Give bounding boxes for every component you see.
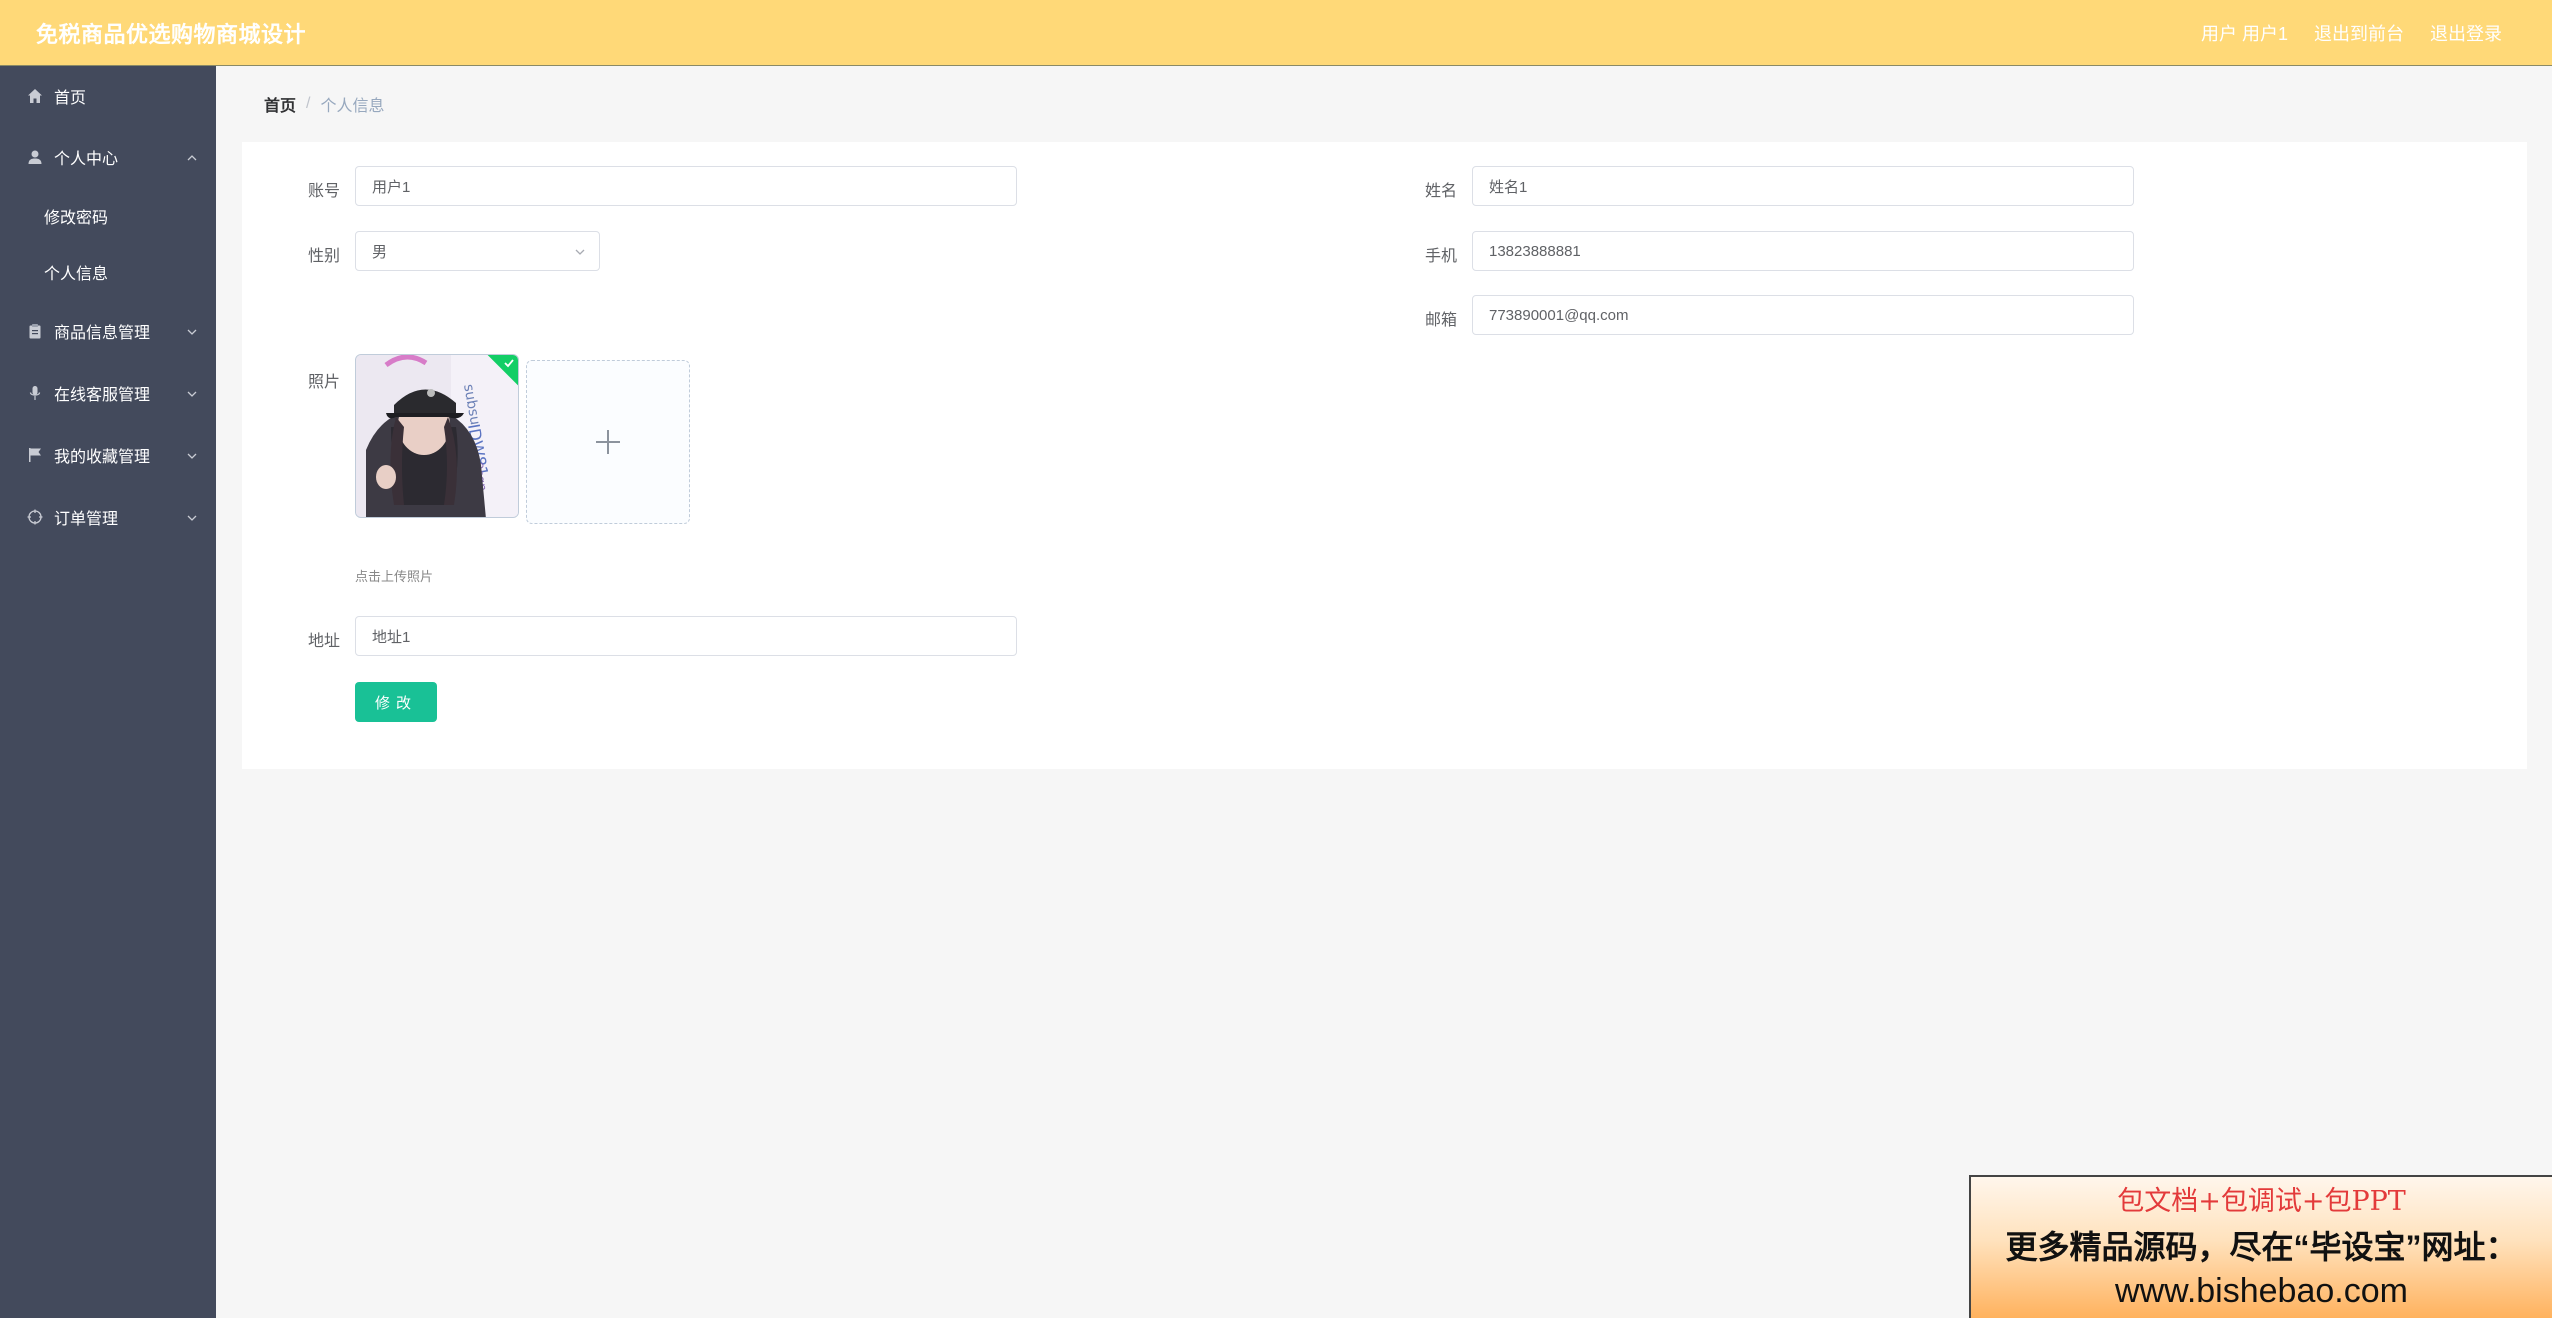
update-button[interactable]: 修改 [355,682,437,722]
photo-upload-button[interactable] [526,360,690,524]
profile-form-card: 账号 用户1 姓名 姓名1 性别 男 手机 13823888881 邮箱 773… [242,142,2527,769]
promo-banner: 包文档+包调试+包PPT 更多精品源码，尽在“毕设宝”网址： www.bishe… [1969,1175,2552,1318]
phone-label: 手机 [1424,248,1457,265]
promo-url: www.bishebao.com [2115,1272,2408,1310]
sidebar-item-label: 商品信息管理 [54,325,151,342]
sidebar-subitem-label: 修改密码 [44,210,109,227]
email-value: 773890001@qq.com [1489,306,1629,324]
chevron-down-icon [186,387,198,399]
breadcrumb-separator: / [306,95,311,112]
breadcrumb-current: 个人信息 [320,98,385,115]
clipboard-icon [26,322,44,340]
sidebar-subitem-personal-info[interactable]: 个人信息 [0,244,216,300]
header-actions: 用户 用户1 退出到前台 退出登录 [2201,20,2502,46]
chevron-down-icon [573,245,587,259]
email-label: 邮箱 [1424,312,1457,329]
address-label: 地址 [307,633,340,650]
email-field[interactable]: 773890001@qq.com [1472,295,2134,335]
sidebar-item-label: 个人中心 [54,151,119,168]
upload-hint: 点击上传照片 [355,569,434,584]
sidebar-item-label: 首页 [54,90,87,107]
sidebar-item-personal-center[interactable]: 个人中心 [0,126,216,188]
chevron-down-icon [186,511,198,523]
user-icon [26,148,44,166]
sidebar-subitem-label: 个人信息 [44,266,109,283]
chevron-down-icon [186,325,198,337]
name-value: 姓名1 [1489,178,1528,196]
sidebar-item-home[interactable]: 首页 [0,66,216,126]
photo-label: 照片 [307,374,340,391]
sidebar-subitem-change-password[interactable]: 修改密码 [0,188,216,244]
promo-line-1: 包文档+包调试+包PPT [2117,1186,2406,1217]
sidebar-item-label: 我的收藏管理 [54,449,151,466]
chevron-up-icon [186,151,198,163]
gender-value: 男 [372,243,388,261]
home-icon [26,87,44,105]
sidebar-item-favorites[interactable]: 我的收藏管理 [0,424,216,486]
sidebar-item-label: 在线客服管理 [54,387,151,404]
microphone-icon [26,384,44,402]
name-label: 姓名 [1424,183,1457,200]
top-header: 免税商品优选购物商城设计 用户 用户1 退出到前台 退出登录 [0,0,2552,66]
chevron-down-icon [186,449,198,461]
gender-label: 性别 [307,248,340,265]
photo-image: subsu IDW81 0sqn [356,355,518,517]
account-label: 账号 [307,183,340,200]
promo-line-2: 更多精品源码，尽在“毕设宝”网址： [2005,1229,2518,1265]
breadcrumb-home[interactable]: 首页 [264,92,296,116]
target-icon [26,508,44,526]
phone-value: 13823888881 [1489,242,1581,260]
gender-select[interactable]: 男 [355,231,600,271]
sidebar-item-customer-service[interactable]: 在线客服管理 [0,362,216,424]
sidebar: 首页 个人中心 修改密码 个人信息 商品信息管理 在线客服管理 我的收藏管理 订… [0,66,216,1318]
account-value: 用户1 [372,178,411,196]
address-field[interactable]: 地址1 [355,616,1017,656]
account-field[interactable]: 用户1 [355,166,1017,206]
sidebar-item-label: 订单管理 [54,511,119,528]
sidebar-item-orders[interactable]: 订单管理 [0,486,216,548]
logout-link[interactable]: 退出登录 [2430,20,2502,46]
flag-icon [26,446,44,464]
plus-icon [596,430,620,454]
phone-field[interactable]: 13823888881 [1472,231,2134,271]
to-frontend-link[interactable]: 退出到前台 [2314,20,2404,46]
address-value: 地址1 [372,628,411,646]
app-title: 免税商品优选购物商城设计 [36,21,307,47]
check-icon [504,359,514,368]
sidebar-item-product-management[interactable]: 商品信息管理 [0,300,216,362]
breadcrumb: 首页 / 个人信息 [264,92,384,116]
name-field[interactable]: 姓名1 [1472,166,2134,206]
current-user-label: 用户 用户1 [2200,23,2288,44]
uploaded-photo[interactable]: subsu IDW81 0sqn [355,354,519,518]
